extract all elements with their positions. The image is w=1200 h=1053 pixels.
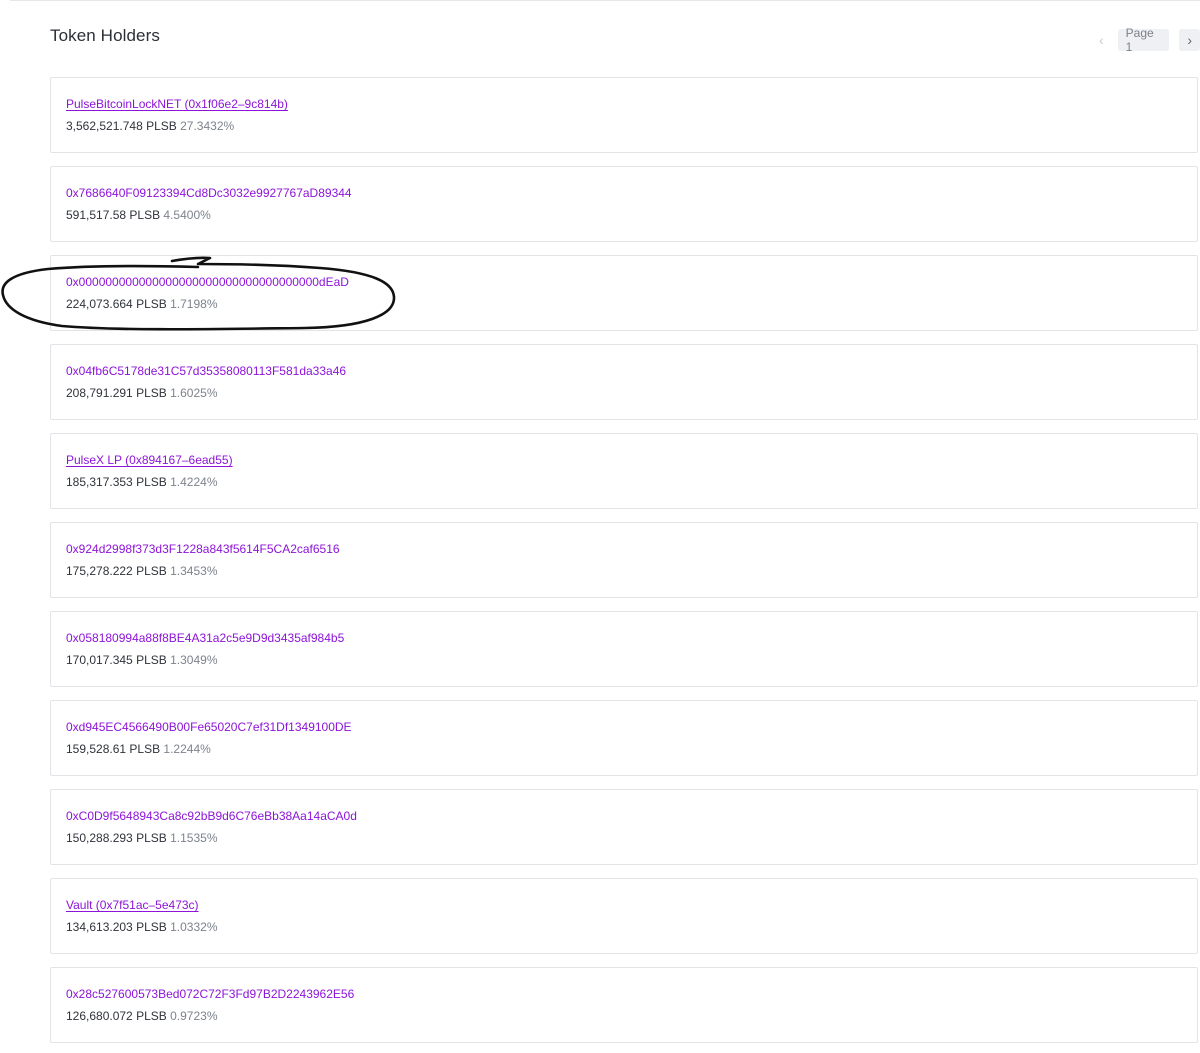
top-divider — [10, 0, 1200, 1]
holder-amount: 150,288.293 PLSB — [66, 831, 167, 845]
holder-amount: 134,613.203 PLSB — [66, 920, 167, 934]
holder-percent: 1.1535% — [170, 831, 218, 845]
holder-amount: 3,562,521.748 PLSB — [66, 119, 177, 133]
holder-address-link[interactable]: 0x7686640F09123394Cd8Dc3032e9927767aD893… — [66, 185, 352, 201]
holder-percent: 1.4224% — [170, 475, 218, 489]
holder-card: Vault (0x7f51ac–5e473c) 134,613.203 PLSB… — [50, 878, 1198, 954]
pagination: ‹ Page 1 › — [1091, 26, 1200, 54]
holder-percent: 1.7198% — [170, 297, 218, 311]
holder-percent: 0.9723% — [170, 1009, 218, 1023]
holder-amount: 591,517.58 PLSB — [66, 208, 161, 222]
holder-card: 0x28c527600573Bed072C72F3Fd97B2D2243962E… — [50, 967, 1198, 1043]
holder-address-link[interactable]: 0x058180994a88f8BE4A31a2c5e9D9d3435af984… — [66, 630, 344, 646]
holder-balance: 208,791.291 PLSB 1.6025% — [66, 385, 1197, 401]
holder-card: 0xC0D9f5648943Ca8c92bB9d6C76eBb38Aa14aCA… — [50, 789, 1198, 865]
holder-amount: 208,791.291 PLSB — [66, 386, 167, 400]
holder-amount: 224,073.664 PLSB — [66, 297, 167, 311]
holder-percent: 1.0332% — [170, 920, 218, 934]
holder-address-link[interactable]: PulseX LP (0x894167–6ead55) — [66, 452, 233, 468]
holder-percent: 1.2244% — [163, 742, 211, 756]
chevron-right-icon[interactable]: › — [1179, 29, 1200, 51]
token-holders-page: Token Holders ‹ Page 1 › PulseBitcoinLoc… — [0, 0, 1200, 1053]
holders-list: PulseBitcoinLockNET (0x1f06e2–9c814b) 3,… — [50, 77, 1198, 1053]
holder-card: 0x000000000000000000000000000000000000dE… — [50, 255, 1198, 331]
chevron-left-icon[interactable]: ‹ — [1091, 29, 1112, 51]
page-indicator: Page 1 — [1117, 26, 1170, 54]
holder-address-link[interactable]: 0x28c527600573Bed072C72F3Fd97B2D2243962E… — [66, 986, 354, 1002]
holder-amount: 159,528.61 PLSB — [66, 742, 161, 756]
holder-percent: 1.3453% — [170, 564, 218, 578]
holder-percent: 4.5400% — [163, 208, 211, 222]
holder-address-link[interactable]: PulseBitcoinLockNET (0x1f06e2–9c814b) — [66, 96, 288, 112]
holder-percent: 27.3432% — [180, 119, 235, 133]
holder-balance: 134,613.203 PLSB 1.0332% — [66, 919, 1197, 935]
holder-address-link[interactable]: 0x924d2998f373d3F1228a843f5614F5CA2caf65… — [66, 541, 340, 557]
holder-balance: 591,517.58 PLSB 4.5400% — [66, 207, 1197, 223]
holder-percent: 1.3049% — [170, 653, 218, 667]
holder-balance: 224,073.664 PLSB 1.7198% — [66, 296, 1197, 312]
holder-percent: 1.6025% — [170, 386, 218, 400]
holder-address-link[interactable]: 0x04fb6C5178de31C57d35358080113F581da33a… — [66, 363, 346, 379]
holder-address-link[interactable]: 0xd945EC4566490B00Fe65020C7ef31Df1349100… — [66, 719, 352, 735]
holder-balance: 150,288.293 PLSB 1.1535% — [66, 830, 1197, 846]
holder-balance: 175,278.222 PLSB 1.3453% — [66, 563, 1197, 579]
holder-card: 0x7686640F09123394Cd8Dc3032e9927767aD893… — [50, 166, 1198, 242]
holder-balance: 3,562,521.748 PLSB 27.3432% — [66, 118, 1197, 134]
holder-card: 0x04fb6C5178de31C57d35358080113F581da33a… — [50, 344, 1198, 420]
holder-card: 0x924d2998f373d3F1228a843f5614F5CA2caf65… — [50, 522, 1198, 598]
holder-card: 0xd945EC4566490B00Fe65020C7ef31Df1349100… — [50, 700, 1198, 776]
holder-amount: 175,278.222 PLSB — [66, 564, 167, 578]
holder-amount: 170,017.345 PLSB — [66, 653, 167, 667]
holder-balance: 170,017.345 PLSB 1.3049% — [66, 652, 1197, 668]
holder-address-link[interactable]: 0x000000000000000000000000000000000000dE… — [66, 274, 349, 290]
holder-balance: 126,680.072 PLSB 0.9723% — [66, 1008, 1197, 1024]
holder-amount: 185,317.353 PLSB — [66, 475, 167, 489]
holder-amount: 126,680.072 PLSB — [66, 1009, 167, 1023]
holder-balance: 185,317.353 PLSB 1.4224% — [66, 474, 1197, 490]
holder-balance: 159,528.61 PLSB 1.2244% — [66, 741, 1197, 757]
holder-card: PulseX LP (0x894167–6ead55) 185,317.353 … — [50, 433, 1198, 509]
holder-card: PulseBitcoinLockNET (0x1f06e2–9c814b) 3,… — [50, 77, 1198, 153]
page-title: Token Holders — [50, 26, 160, 45]
holder-address-link[interactable]: Vault (0x7f51ac–5e473c) — [66, 897, 199, 913]
holder-card: 0x058180994a88f8BE4A31a2c5e9D9d3435af984… — [50, 611, 1198, 687]
holder-address-link[interactable]: 0xC0D9f5648943Ca8c92bB9d6C76eBb38Aa14aCA… — [66, 808, 357, 824]
